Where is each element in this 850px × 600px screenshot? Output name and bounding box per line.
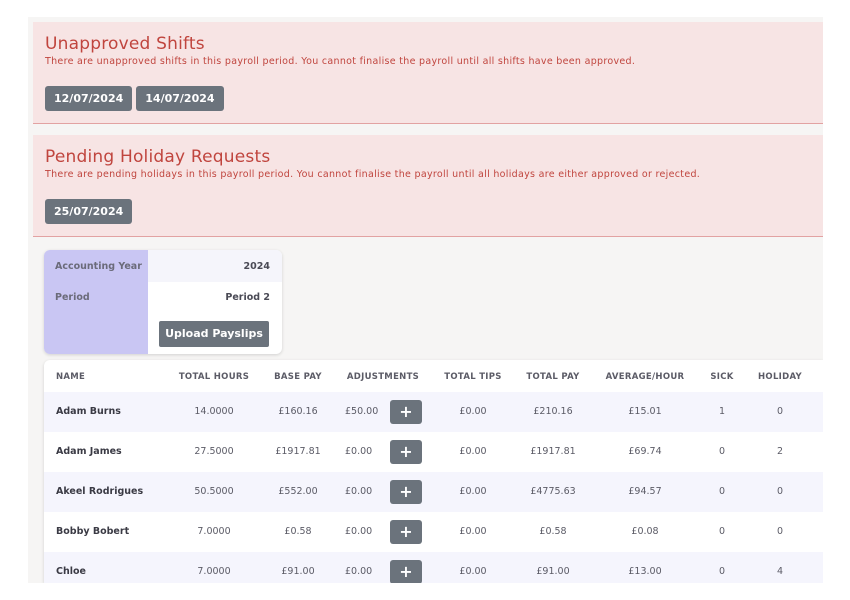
holiday-days: 0 [776, 486, 784, 497]
average-hour: £13.00 [628, 566, 662, 577]
base-pay: £1917.81 [275, 446, 321, 457]
sick-days: 0 [718, 446, 726, 457]
holiday-days: 4 [776, 566, 784, 577]
total-tips: £0.00 [459, 566, 487, 577]
date-badge[interactable]: 25/07/2024 [45, 199, 133, 224]
table-row[interactable]: Akeel Rodrigues 50.5000 £552.00 £0.00 + … [44, 472, 823, 512]
average-hour: £69.74 [628, 446, 662, 457]
average-hour: £0.08 [631, 526, 659, 537]
total-pay: £0.58 [539, 526, 567, 537]
date-badges: 25/07/2024 [45, 199, 133, 224]
accounting-year-label: Accounting Year [55, 261, 142, 272]
adjustment-value: £0.00 [345, 446, 373, 457]
base-pay: £552.00 [278, 486, 318, 497]
header-name[interactable]: NAME [56, 372, 85, 382]
table-row[interactable]: Adam James 27.5000 £1917.81 £0.00 + £0.0… [44, 432, 823, 472]
header-average-hour[interactable]: AVERAGE/HOUR [606, 372, 685, 382]
average-hour: £94.57 [628, 486, 662, 497]
accounting-year-value: 2024 [243, 261, 270, 272]
sick-days: 0 [718, 486, 726, 497]
total-tips: £0.00 [459, 446, 487, 457]
header-adjustments[interactable]: ADJUSTMENTS [347, 372, 419, 382]
total-hours: 50.5000 [194, 486, 234, 497]
total-hours: 7.0000 [197, 566, 231, 577]
add-adjustment-button[interactable]: + [390, 480, 422, 504]
total-pay: £4775.63 [530, 486, 576, 497]
employee-name: Chloe [56, 566, 86, 577]
base-pay: £0.58 [284, 526, 312, 537]
total-tips: £0.00 [459, 406, 487, 417]
total-hours: 27.5000 [194, 446, 234, 457]
date-badges: 12/07/2024 14/07/2024 [45, 86, 224, 111]
total-pay: £91.00 [536, 566, 570, 577]
add-adjustment-button[interactable]: + [390, 560, 422, 583]
employee-name: Adam James [56, 446, 122, 457]
table-row[interactable]: Adam Burns 14.0000 £160.16 £50.00 + £0.0… [44, 392, 823, 432]
add-adjustment-button[interactable]: + [390, 400, 422, 424]
date-badge[interactable]: 12/07/2024 [45, 86, 133, 111]
adjustment-value: £0.00 [345, 486, 373, 497]
total-hours: 14.0000 [194, 406, 234, 417]
adjustment-value: £0.00 [345, 526, 373, 537]
adjustment-value: £50.00 [345, 406, 379, 417]
table-row[interactable]: Bobby Bobert 7.0000 £0.58 £0.00 + £0.00 … [44, 512, 823, 552]
add-adjustment-button[interactable]: + [390, 440, 422, 464]
date-badge[interactable]: 14/07/2024 [136, 86, 224, 111]
period-info-card: Accounting Year 2024 Period Period 2 Upl… [44, 250, 282, 354]
sick-days: 1 [718, 406, 726, 417]
employee-name: Bobby Bobert [56, 526, 130, 537]
total-hours: 7.0000 [197, 526, 231, 537]
header-total-tips[interactable]: TOTAL TIPS [444, 372, 501, 382]
payroll-table: NAME TOTAL HOURS BASE PAY ADJUSTMENTS TO… [44, 360, 823, 583]
header-sick[interactable]: SICK [710, 372, 733, 382]
total-pay: £1917.81 [530, 446, 576, 457]
total-pay: £210.16 [533, 406, 573, 417]
alert-title: Unapproved Shifts [45, 34, 205, 54]
pending-holiday-alert: Pending Holiday Requests There are pendi… [33, 135, 823, 237]
header-total-pay[interactable]: TOTAL PAY [526, 372, 579, 382]
table-row[interactable]: Chloe 7.0000 £91.00 £0.00 + £0.00 £91.00… [44, 552, 823, 583]
add-adjustment-button[interactable]: + [390, 520, 422, 544]
header-base-pay[interactable]: BASE PAY [274, 372, 322, 382]
upload-payslips-button[interactable]: Upload Payslips [159, 321, 269, 347]
alert-message: There are unapproved shifts in this payr… [45, 56, 636, 67]
period-label: Period [55, 292, 90, 303]
adjustment-value: £0.00 [345, 566, 373, 577]
alert-message: There are pending holidays in this payro… [45, 169, 701, 180]
header-holiday[interactable]: HOLIDAY [758, 372, 802, 382]
average-hour: £15.01 [628, 406, 662, 417]
unapproved-shifts-alert: Unapproved Shifts There are unapproved s… [33, 22, 823, 124]
sick-days: 0 [718, 526, 726, 537]
total-tips: £0.00 [459, 486, 487, 497]
sick-days: 0 [718, 566, 726, 577]
total-tips: £0.00 [459, 526, 487, 537]
holiday-days: 2 [776, 446, 784, 457]
base-pay: £160.16 [278, 406, 318, 417]
period-value: Period 2 [225, 292, 270, 303]
employee-name: Akeel Rodrigues [56, 486, 144, 497]
holiday-days: 0 [776, 406, 784, 417]
base-pay: £91.00 [281, 566, 315, 577]
alert-title: Pending Holiday Requests [45, 147, 271, 167]
header-total-hours[interactable]: TOTAL HOURS [179, 372, 249, 382]
payroll-page: Unapproved Shifts There are unapproved s… [28, 17, 823, 583]
holiday-days: 0 [776, 526, 784, 537]
employee-name: Adam Burns [56, 406, 121, 417]
